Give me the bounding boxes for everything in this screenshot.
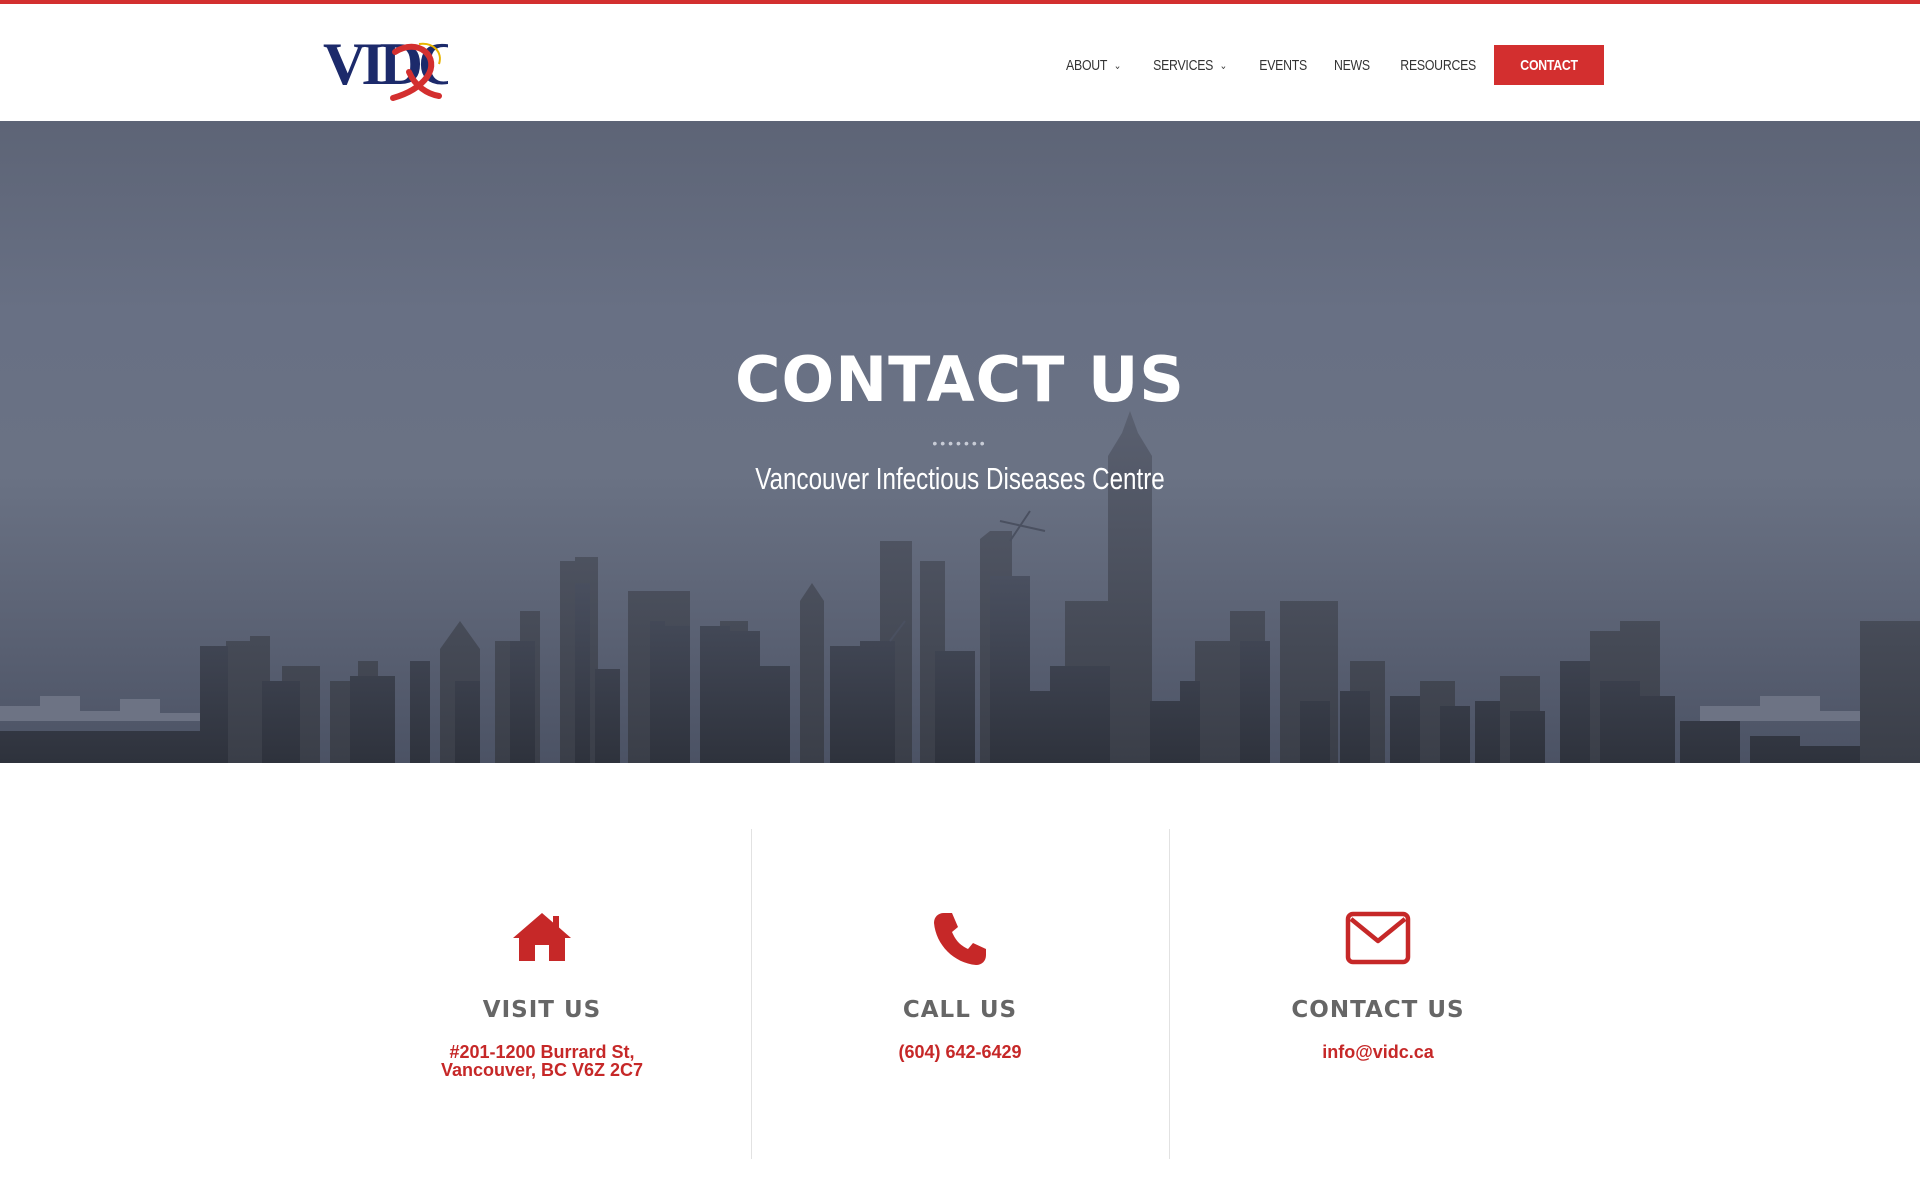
nav-label: Contact [1520, 56, 1578, 74]
vidc-logo[interactable]: VIDC [323, 32, 448, 102]
nav-label: News [1333, 56, 1370, 74]
nav-item-about[interactable]: About ⌄ [1066, 57, 1121, 74]
hero-banner: CONTACT US ••••••• Vancouver Infectious … [0, 121, 1920, 763]
nav-item-news[interactable]: News [1334, 57, 1370, 74]
home-icon [333, 911, 751, 971]
nav-item-events[interactable]: Events [1259, 57, 1307, 74]
nav-contact-button[interactable]: Contact [1493, 45, 1604, 85]
email-link[interactable]: info@vidc.ca [1169, 1043, 1587, 1061]
address-link[interactable]: #201-1200 Burrard St, Vancouver, BC V6Z … [333, 1043, 751, 1079]
phone-link[interactable]: (604) 642-6429 [751, 1043, 1169, 1061]
page-title: CONTACT US [735, 343, 1185, 416]
column-divider [1169, 829, 1170, 1159]
main-nav: About ⌄ Services ⌄ Events News Resources… [1042, 45, 1604, 85]
visit-us-heading: VISIT US [482, 997, 602, 1023]
address-line: #201-1200 Burrard St, [449, 1042, 635, 1062]
site-header: VIDC About ⌄ Services ⌄ Events News Reso… [0, 4, 1920, 121]
chevron-down-icon: ⌄ [1114, 59, 1122, 72]
contact-info-section: VISIT US #201-1200 Burrard St, Vancouver… [0, 763, 1920, 1200]
nav-label: About [1066, 56, 1108, 74]
nav-label: Events [1258, 56, 1307, 74]
page-subtitle: Vancouver Infectious Diseases Centre [755, 461, 1165, 496]
title-divider-dots: ••••••• [932, 435, 988, 451]
nav-label: Resources [1399, 56, 1476, 74]
phone-icon [751, 911, 1169, 971]
column-divider [751, 829, 752, 1159]
call-us-heading: CALL US [902, 997, 1018, 1023]
nav-item-resources[interactable]: Resources [1400, 57, 1476, 74]
nav-label: Services [1153, 56, 1214, 74]
address-line: Vancouver, BC V6Z 2C7 [440, 1060, 644, 1080]
chevron-down-icon: ⌄ [1220, 59, 1228, 72]
envelope-icon [1169, 911, 1587, 971]
logo-mark-icon: VIDC [323, 32, 448, 101]
contact-us-heading: CONTACT US [1291, 997, 1465, 1023]
nav-item-services[interactable]: Services ⌄ [1154, 57, 1228, 74]
